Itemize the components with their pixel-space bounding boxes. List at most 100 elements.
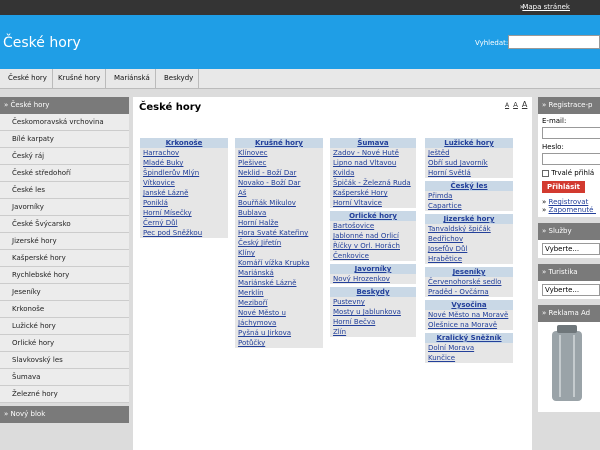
resort-link[interactable]: Olešnice na Moravě bbox=[428, 321, 497, 329]
sidebar-item[interactable]: Krkonoše bbox=[0, 301, 129, 318]
resort-link[interactable]: Hora Svaté Kateřiny bbox=[238, 229, 308, 237]
sidebar-item[interactable]: České Švýcarsko bbox=[0, 216, 129, 233]
resort-link[interactable]: Horní Mísečky bbox=[143, 209, 192, 217]
sidebar-item[interactable]: Lužické hory bbox=[0, 318, 129, 335]
resort-link[interactable]: Praděd - Ovčárna bbox=[428, 288, 489, 296]
resort-link[interactable]: Špičák - Železná Ruda bbox=[333, 179, 411, 187]
resort-link[interactable]: Český Jiřetín bbox=[238, 239, 281, 247]
resort-link[interactable]: Janské Lázně bbox=[143, 189, 188, 197]
resort-link[interactable]: Dolní Morava bbox=[428, 344, 474, 352]
tourism-select[interactable]: Vyberte... bbox=[542, 284, 600, 296]
resort-link[interactable]: Hrabětice bbox=[428, 255, 462, 263]
sidebar-item[interactable]: Šumava bbox=[0, 369, 129, 386]
resort-link[interactable]: Josefův Důl bbox=[428, 245, 467, 253]
resort-link[interactable]: Obří sud Javorník bbox=[428, 159, 488, 167]
resort-link[interactable]: Harrachov bbox=[143, 149, 179, 157]
resort-link[interactable]: Červenohorské sedlo bbox=[428, 278, 501, 286]
sitemap-link[interactable]: Mapa stránek bbox=[522, 3, 570, 11]
nav-tab[interactable]: Krušné hory bbox=[53, 69, 107, 88]
nav-tab[interactable]: Beskydy bbox=[159, 69, 200, 88]
sidebar-item[interactable]: Jizerské hory bbox=[0, 233, 129, 250]
region-heading-link[interactable]: Český les bbox=[450, 182, 487, 190]
sidebar-item[interactable]: Orlické hory bbox=[0, 335, 129, 352]
sidebar-item[interactable]: Rychlebské hory bbox=[0, 267, 129, 284]
sidebar-item[interactable]: Bílé karpaty bbox=[0, 131, 129, 148]
resort-link[interactable]: Aš bbox=[238, 189, 246, 197]
region-heading-link[interactable]: Orlické hory bbox=[349, 212, 397, 220]
resort-link[interactable]: Meziboří bbox=[238, 299, 268, 307]
resort-link[interactable]: Špindlerův Mlýn bbox=[143, 169, 199, 177]
resort-link[interactable]: Nové Město na Moravě bbox=[428, 311, 508, 319]
resort-link[interactable]: Merklín bbox=[238, 289, 264, 297]
resort-link[interactable]: Lipno nad Vltavou bbox=[333, 159, 396, 167]
sidebar-item[interactable]: Javorníky bbox=[0, 199, 129, 216]
region-heading-link[interactable]: Vysočina bbox=[451, 301, 486, 309]
resort-link[interactable]: Černý Důl bbox=[143, 219, 178, 227]
sidebar-item[interactable]: Českomoravská vrchovina bbox=[0, 114, 129, 131]
resort-link[interactable]: Mariánská bbox=[238, 269, 274, 277]
suitcase-ad-image[interactable] bbox=[542, 325, 592, 405]
services-select[interactable]: Vyberte... bbox=[542, 243, 600, 255]
resort-link[interactable]: Plešivec bbox=[238, 159, 266, 167]
resort-link[interactable]: Kašperské Hory bbox=[333, 189, 388, 197]
resort-link[interactable]: Bartošovice bbox=[333, 222, 374, 230]
resort-link[interactable]: Bouřňák Mikulov bbox=[238, 199, 296, 207]
resort-link[interactable]: Vítkovice bbox=[143, 179, 175, 187]
region-heading-link[interactable]: Lužické hory bbox=[444, 139, 494, 147]
resort-link[interactable]: Mladé Buky bbox=[143, 159, 183, 167]
region-heading-link[interactable]: Krušné hory bbox=[255, 139, 303, 147]
resort-link[interactable]: Ještěd bbox=[428, 149, 450, 157]
resort-link[interactable]: Mariánské Lázně bbox=[238, 279, 296, 287]
resort-link[interactable]: Pustevny bbox=[333, 298, 365, 306]
resort-link[interactable]: Horní Halže bbox=[238, 219, 278, 227]
sidebar-item[interactable]: Slavkovský les bbox=[0, 352, 129, 369]
resort-link[interactable]: Potůčky bbox=[238, 339, 265, 347]
resort-link[interactable]: Přimda bbox=[428, 192, 452, 200]
resort-link[interactable]: Jablonné nad Orlicí bbox=[333, 232, 399, 240]
resort-link[interactable]: Horní Světlá bbox=[428, 169, 471, 177]
font-size-button[interactable]: A bbox=[505, 102, 509, 109]
resort-link[interactable]: Klíny bbox=[238, 249, 255, 257]
region-heading-link[interactable]: Krkonoše bbox=[166, 139, 203, 147]
region-heading-link[interactable]: Kralický Sněžník bbox=[436, 334, 501, 342]
resort-link[interactable]: Jáchymova bbox=[238, 319, 276, 327]
resort-link[interactable]: Nový Hrozenkov bbox=[333, 275, 390, 283]
resort-link[interactable]: Horní Bečva bbox=[333, 318, 375, 326]
resort-link[interactable]: Pyšná u Jirkova bbox=[238, 329, 291, 337]
forgot-password-link[interactable]: Zapomenuté h bbox=[549, 206, 596, 214]
region-heading-link[interactable]: Beskydy bbox=[356, 288, 389, 296]
register-link[interactable]: Registrovat bbox=[549, 198, 589, 206]
remember-checkbox[interactable] bbox=[542, 169, 549, 177]
region-heading-link[interactable]: Jizerské hory bbox=[444, 215, 495, 223]
resort-link[interactable]: Klínovec bbox=[238, 149, 268, 157]
resort-link[interactable]: Capartice bbox=[428, 202, 462, 210]
login-button[interactable]: Přihlásit bbox=[542, 181, 586, 193]
resort-link[interactable]: Horní Vltavice bbox=[333, 199, 382, 207]
region-heading-link[interactable]: Jeseníky bbox=[453, 268, 486, 276]
font-size-button[interactable]: A bbox=[522, 100, 527, 109]
sidebar-item[interactable]: Železné hory bbox=[0, 386, 129, 403]
nav-tab[interactable]: Mariánská bbox=[109, 69, 156, 88]
site-title[interactable]: České hory bbox=[3, 35, 81, 51]
email-field[interactable] bbox=[542, 127, 600, 139]
nav-tab[interactable]: České hory bbox=[3, 69, 53, 88]
resort-link[interactable]: Kunčice bbox=[428, 354, 455, 362]
search-input[interactable] bbox=[508, 35, 600, 49]
resort-link[interactable]: Komáří vížka Krupka bbox=[238, 259, 309, 267]
font-size-button[interactable]: A bbox=[513, 101, 518, 109]
sidebar-item[interactable]: Kašperské hory bbox=[0, 250, 129, 267]
resort-link[interactable]: Bublava bbox=[238, 209, 266, 217]
resort-link[interactable]: Novako - Boží Dar bbox=[238, 179, 301, 187]
resort-link[interactable]: Říčky v Orl. Horách bbox=[333, 242, 400, 250]
resort-link[interactable]: Kvilda bbox=[333, 169, 354, 177]
region-heading-link[interactable]: Šumava bbox=[357, 139, 388, 147]
resort-link[interactable]: Tanvaldský špičák bbox=[428, 225, 491, 233]
sidebar-item[interactable]: Jeseníky bbox=[0, 284, 129, 301]
password-field[interactable] bbox=[542, 153, 600, 165]
resort-link[interactable]: Zadov - Nové Hutě bbox=[333, 149, 399, 157]
resort-link[interactable]: Poniklá bbox=[143, 199, 168, 207]
resort-link[interactable]: Čenkovice bbox=[333, 252, 369, 260]
region-heading-link[interactable]: Javorníky bbox=[355, 265, 392, 273]
resort-link[interactable]: Nové Město u bbox=[238, 309, 286, 317]
resort-link[interactable]: Bedřichov bbox=[428, 235, 463, 243]
